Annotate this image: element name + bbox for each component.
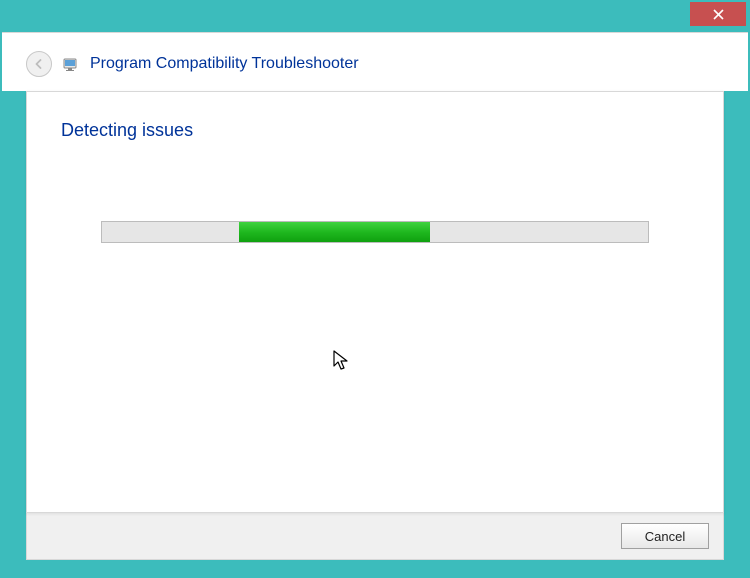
window-title: Program Compatibility Troubleshooter bbox=[90, 55, 359, 73]
cursor-icon bbox=[333, 350, 351, 377]
progress-fill bbox=[239, 222, 430, 242]
footer: Cancel bbox=[26, 512, 724, 560]
progress-bar bbox=[101, 221, 649, 243]
status-heading: Detecting issues bbox=[61, 120, 689, 141]
content-area: Detecting issues bbox=[26, 91, 724, 513]
window-frame: Program Compatibility Troubleshooter Det… bbox=[0, 0, 750, 578]
troubleshooter-icon bbox=[62, 55, 80, 73]
header: Program Compatibility Troubleshooter bbox=[2, 32, 748, 91]
cancel-button[interactable]: Cancel bbox=[621, 523, 709, 549]
back-button bbox=[26, 51, 52, 77]
titlebar bbox=[2, 2, 748, 32]
close-button[interactable] bbox=[690, 2, 746, 26]
progress-container bbox=[101, 221, 649, 243]
close-icon bbox=[713, 9, 724, 20]
back-arrow-icon bbox=[33, 58, 45, 70]
